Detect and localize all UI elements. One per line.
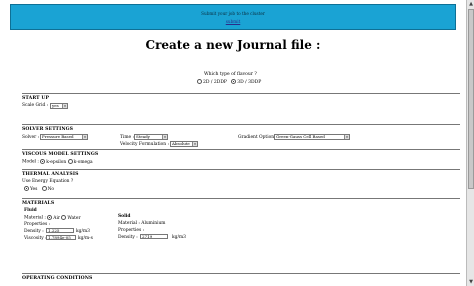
gradient-option-label: Gradient Option : (238, 135, 277, 140)
arrow-up-icon[interactable]: ▲ (468, 1, 474, 7)
fluid-density-unit: kg/m3 (76, 229, 90, 234)
start-up-heading: START UP (22, 96, 50, 101)
velocity-formulation-select[interactable]: Absolute ▾ (170, 141, 198, 147)
energy-options: Yes No (24, 186, 54, 192)
chevron-down-icon: ▾ (62, 104, 67, 108)
materials-heading: MATERIALS (22, 201, 55, 206)
thermal-heading: THERMAL ANALYSIS (22, 172, 79, 177)
fluid-viscosity-label: Viscosity : (24, 236, 47, 241)
radio-icon (41, 186, 47, 191)
radio-icon (67, 159, 73, 164)
fluid-density-label: Density : (24, 229, 44, 234)
scale-grid-label: Scale Grid : (22, 103, 49, 108)
flavour-option-2d-label: 2D / 2DDP (203, 80, 227, 85)
chevron-down-icon: ▾ (344, 135, 349, 139)
time-select[interactable]: Steady ▾ (134, 134, 168, 140)
radio-k-epsilon[interactable]: k-epsilon (40, 159, 67, 165)
solid-density-label: Density : (118, 235, 138, 240)
radio-icon (197, 79, 202, 84)
solid-label: Solid (118, 214, 131, 219)
fluid-viscosity-input[interactable]: 1.7894e-05 (46, 235, 76, 240)
k-omega-label: k-omega (73, 159, 93, 165)
divider (22, 169, 460, 170)
scale-grid-value: yes (52, 103, 59, 108)
radio-water[interactable]: Water (61, 215, 81, 221)
page-title: Create a new Journal file : (145, 38, 321, 52)
time-label: Time : (120, 135, 134, 140)
scrollbar-thumb[interactable] (468, 9, 474, 189)
solver-label: Solver : (22, 135, 40, 140)
radio-selected-icon (24, 186, 29, 191)
solver-value: Pressure Based (42, 134, 74, 139)
operating-heading: OPERATING CONDITIONS (22, 276, 93, 281)
scale-grid-select[interactable]: yes ▾ (50, 103, 68, 109)
solid-material-label: Material : Aluminium (118, 221, 166, 226)
fluid-material-group: Material : Air Water (24, 215, 81, 221)
velocity-formulation-label: Velocity Formulation : (120, 142, 169, 147)
energy-question: Use Energy Equation ? (22, 179, 74, 184)
submit-banner: Submit your job to the cluster submit (10, 4, 456, 30)
radio-energy-no[interactable]: No (41, 186, 55, 192)
radio-k-omega[interactable]: k-omega (67, 159, 93, 165)
radio-selected-icon (231, 79, 237, 84)
radio-selected-icon (47, 215, 53, 220)
fluid-material-label: Material : (24, 215, 46, 221)
fluid-viscosity-unit: kg/m-s (78, 236, 93, 241)
water-label: Water (67, 215, 81, 221)
browser-content: Submit your job to the cluster submit Cr… (0, 0, 467, 286)
divider (22, 93, 460, 94)
radio-selected-icon (40, 159, 46, 164)
velocity-formulation-value: Absolute (172, 141, 190, 146)
viscous-heading: VISCOUS MODEL SETTINGS (22, 152, 99, 157)
energy-yes-label: Yes (30, 186, 38, 192)
time-value: Steady (136, 134, 150, 139)
viscous-model-label: Model : (22, 159, 39, 165)
vertical-scrollbar[interactable]: ▲ ▼ (466, 0, 474, 286)
divider (22, 124, 460, 125)
flavour-option-3d-label: 3D / 3DDP (237, 80, 262, 85)
energy-no-label: No (47, 186, 55, 192)
gradient-option-select[interactable]: Green-Gauss Cell Based ▾ (274, 134, 350, 140)
chevron-down-icon: ▾ (192, 142, 197, 146)
k-epsilon-label: k-epsilon (46, 159, 67, 165)
divider (22, 198, 460, 199)
banner-message: Submit your job to the cluster (201, 11, 265, 16)
fluid-properties-label: Properties : (24, 222, 51, 227)
flavour-radio-2d[interactable]: 2D / 2DDP (197, 79, 227, 85)
radio-energy-yes[interactable]: Yes (24, 186, 38, 192)
solver-settings-heading: SOLVER SETTINGS (22, 127, 74, 132)
divider (22, 273, 460, 274)
submit-link[interactable]: submit (11, 19, 455, 24)
solid-density-input[interactable]: 2719 (140, 234, 168, 239)
chevron-down-icon: ▾ (82, 135, 87, 139)
solver-select[interactable]: Pressure Based ▾ (40, 134, 88, 140)
chevron-down-icon: ▾ (162, 135, 167, 139)
flavour-radio-3d[interactable]: 3D / 3DDP (231, 79, 262, 85)
flavour-question: Which type of flavour ? (204, 72, 257, 77)
fluid-label: Fluid (24, 208, 37, 213)
flavour-options: 2D / 2DDP 3D / 3DDP (197, 79, 261, 85)
fluid-density-input[interactable]: 1.225 (46, 228, 74, 233)
radio-air[interactable]: Air (47, 215, 60, 221)
solid-properties-label: Properties : (118, 228, 145, 233)
solid-density-unit: kg/m3 (172, 235, 186, 240)
air-label: Air (53, 215, 60, 221)
divider (22, 149, 460, 150)
gradient-option-value: Green-Gauss Cell Based (276, 134, 325, 139)
radio-icon (61, 215, 67, 220)
arrow-down-icon[interactable]: ▼ (468, 279, 474, 285)
viscous-model-group: Model : k-epsilon k-omega (22, 159, 93, 165)
